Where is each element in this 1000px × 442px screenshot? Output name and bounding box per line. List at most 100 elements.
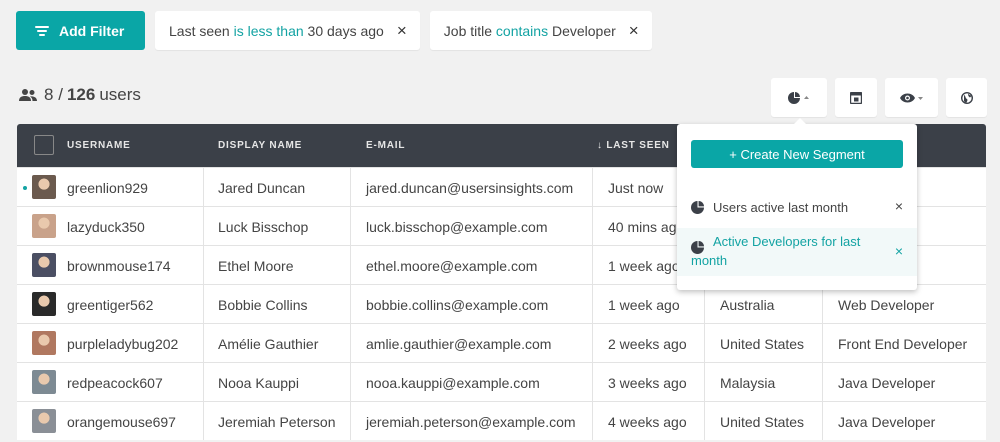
column-divider xyxy=(822,324,823,362)
globe-icon xyxy=(960,91,973,104)
header-email[interactable]: E-MAIL xyxy=(366,140,405,151)
close-icon[interactable]: × xyxy=(895,198,903,214)
cell-display-name: Ethel Moore xyxy=(218,257,294,274)
cell-job: Web Developer xyxy=(838,296,935,313)
avatar[interactable] xyxy=(32,175,56,199)
column-divider xyxy=(822,285,823,323)
segments-button[interactable] xyxy=(771,78,827,117)
close-icon[interactable]: × xyxy=(895,243,903,259)
column-divider xyxy=(203,285,204,323)
cell-last-seen: Just now xyxy=(608,179,664,196)
count-separator: / xyxy=(58,85,63,104)
avatar[interactable] xyxy=(32,292,56,316)
eye-icon xyxy=(899,93,923,102)
users-icon xyxy=(19,89,37,101)
column-divider xyxy=(592,363,593,401)
column-divider xyxy=(203,168,204,206)
cell-display-name: Jeremiah Peterson xyxy=(218,413,336,430)
avatar[interactable] xyxy=(32,370,56,394)
select-all-checkbox[interactable] xyxy=(34,135,54,155)
column-divider xyxy=(704,363,705,401)
cell-country: United States xyxy=(720,335,805,352)
cell-country: United States xyxy=(720,413,805,430)
cell-last-seen: 40 mins ago xyxy=(608,218,685,235)
globe-button[interactable] xyxy=(946,78,987,117)
add-filter-button[interactable]: Add Filter xyxy=(16,11,145,50)
cell-last-seen: 1 week ago xyxy=(608,296,680,313)
cell-username[interactable]: greentiger562 xyxy=(67,285,153,324)
table-row[interactable]: purpleladybug202 Amélie Gauthier amlie.gau… xyxy=(17,323,986,362)
cell-display-name: Amélie Gauthier xyxy=(218,335,319,352)
column-divider xyxy=(203,246,204,284)
header-last-seen[interactable]: ↓ LAST SEEN xyxy=(597,140,670,151)
cell-last-seen: 1 week ago xyxy=(608,257,680,274)
header-display-name[interactable]: DISPLAY NAME xyxy=(218,140,302,151)
column-divider xyxy=(592,207,593,245)
create-segment-button[interactable]: + Create New Segment xyxy=(691,140,903,168)
cell-last-seen: 3 weeks ago xyxy=(608,374,687,391)
cell-username[interactable]: purpleladybug202 xyxy=(67,324,178,363)
cell-username[interactable]: brownmouse174 xyxy=(67,246,171,285)
header-username[interactable]: USERNAME xyxy=(67,140,131,151)
cell-email: bobbie.collins@example.com xyxy=(366,296,549,313)
column-divider xyxy=(203,324,204,362)
cell-email: jeremiah.peterson@example.com xyxy=(366,413,576,430)
add-filter-label: Add Filter xyxy=(59,22,125,39)
column-divider xyxy=(822,363,823,401)
segment-label-line1: Active Developers for last xyxy=(713,234,861,249)
close-icon[interactable]: × xyxy=(629,21,639,41)
cell-email: luck.bisschop@example.com xyxy=(366,218,548,235)
chip-operator: contains xyxy=(495,22,549,39)
visibility-button[interactable] xyxy=(885,78,938,117)
cell-job: Front End Developer xyxy=(838,335,968,352)
layout-icon xyxy=(850,91,862,104)
avatar[interactable] xyxy=(32,331,56,355)
table-row[interactable]: orangemouse697 Jeremiah Peterson jeremiah.… xyxy=(17,401,986,440)
cell-username[interactable]: greenlion929 xyxy=(67,168,148,207)
filter-icon xyxy=(35,25,49,36)
segment-item-active-developers[interactable]: Active Developers for last month × xyxy=(677,228,917,276)
count-unit: users xyxy=(99,85,141,104)
column-divider xyxy=(350,285,351,323)
column-divider xyxy=(592,168,593,206)
cell-job: Java Developer xyxy=(838,374,936,391)
column-divider xyxy=(350,207,351,245)
column-divider xyxy=(203,402,204,440)
column-divider xyxy=(704,324,705,362)
cell-email: nooa.kauppi@example.com xyxy=(366,374,540,391)
column-divider xyxy=(350,246,351,284)
cell-display-name: Luck Bisschop xyxy=(218,218,309,235)
chip-operator: is less than xyxy=(233,22,304,39)
dropdown-caret xyxy=(794,118,806,124)
column-divider xyxy=(203,363,204,401)
cell-email: ethel.moore@example.com xyxy=(366,257,538,274)
cell-username[interactable]: orangemouse697 xyxy=(67,402,176,441)
column-divider xyxy=(350,168,351,206)
avatar[interactable] xyxy=(32,214,56,238)
cell-email: jared.duncan@usersinsights.com xyxy=(366,179,574,196)
cell-email: amlie.gauthier@example.com xyxy=(366,335,552,352)
segment-item-users-active[interactable]: Users active last month × xyxy=(677,186,917,226)
cell-display-name: Bobbie Collins xyxy=(218,296,308,313)
avatar[interactable] xyxy=(32,253,56,277)
count-total: 126 xyxy=(66,85,96,104)
cell-username[interactable]: redpeacock607 xyxy=(67,363,163,402)
table-row[interactable]: redpeacock607 Nooa Kauppi nooa.kauppi@exam… xyxy=(17,362,986,401)
chip-value: 30 days ago xyxy=(307,22,384,39)
chip-value: Developer xyxy=(551,22,616,39)
column-divider xyxy=(350,402,351,440)
avatar[interactable] xyxy=(32,409,56,433)
column-divider xyxy=(592,402,593,440)
segment-label: Users active last month xyxy=(713,200,849,215)
cell-username[interactable]: lazyduck350 xyxy=(67,207,145,246)
filter-chip-job-title[interactable]: Job title contains Developer × xyxy=(429,11,652,50)
user-count: 8 / 126 users xyxy=(18,85,141,105)
count-shown: 8 xyxy=(44,85,54,104)
filter-chip-last-seen[interactable]: Last seen is less than 30 days ago × xyxy=(155,11,420,50)
filter-bar: Add Filter Last seen is less than 30 day… xyxy=(16,11,652,50)
close-icon[interactable]: × xyxy=(397,21,407,41)
segment-label-line2: month xyxy=(691,253,728,268)
columns-button[interactable] xyxy=(835,78,877,117)
cell-last-seen: 2 weeks ago xyxy=(608,335,687,352)
pie-chart-icon xyxy=(788,91,809,104)
